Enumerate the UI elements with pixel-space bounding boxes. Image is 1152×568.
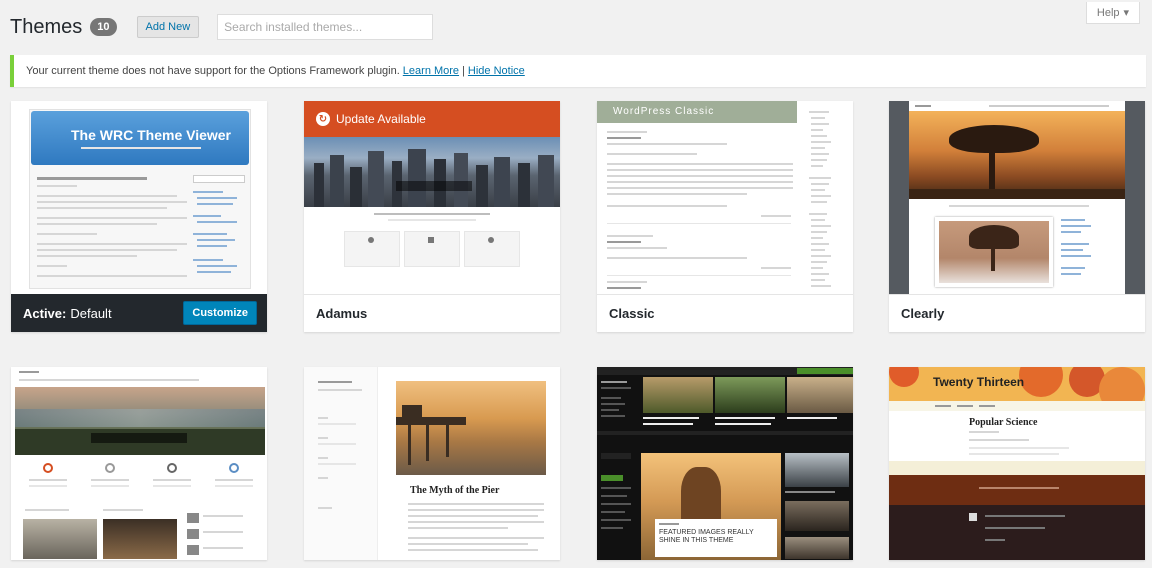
preview-title: WordPress Classic bbox=[613, 106, 715, 117]
theme-count-badge: 10 bbox=[90, 18, 117, 36]
active-label: Active: bbox=[23, 305, 67, 321]
theme-screenshot: The Myth of the Pier bbox=[304, 367, 560, 560]
chevron-down-icon: ▾ bbox=[1123, 7, 1130, 19]
theme-screenshot bbox=[889, 101, 1145, 294]
theme-screenshot: ↻ Update Available bbox=[304, 101, 560, 294]
theme-name-bar: Active: Default Customize bbox=[11, 294, 267, 332]
preview-heading: The Myth of the Pier bbox=[410, 485, 500, 496]
theme-screenshot: WordPress Classic bbox=[597, 101, 853, 294]
theme-screenshot: FEATURED IMAGES REALLY SHINE IN THIS THE… bbox=[597, 367, 853, 560]
theme-name-bar: Adamus bbox=[304, 294, 560, 332]
theme-name: Classic bbox=[609, 306, 655, 321]
update-available-label: Update Available bbox=[336, 112, 426, 126]
theme-name: Adamus bbox=[316, 306, 368, 321]
theme-name: Clearly bbox=[901, 306, 945, 321]
help-tab[interactable]: Help ▾ bbox=[1086, 2, 1140, 24]
theme-screenshot: The WRC Theme Viewer bbox=[11, 101, 267, 294]
theme-card-adamus[interactable]: ↻ Update Available Adamus bbox=[304, 101, 560, 332]
hide-notice-link[interactable]: Hide Notice bbox=[468, 65, 525, 77]
learn-more-link[interactable]: Learn More bbox=[403, 65, 459, 77]
theme-card-5[interactable] bbox=[11, 367, 267, 560]
page-header: Themes 10 Add New bbox=[10, 10, 434, 44]
theme-card-8[interactable]: Twenty Thirteen Popular Science bbox=[889, 367, 1145, 560]
help-label: Help bbox=[1096, 6, 1120, 19]
refresh-icon: ↻ bbox=[316, 112, 330, 126]
notice-separator: | bbox=[462, 65, 465, 77]
theme-card-7[interactable]: FEATURED IMAGES REALLY SHINE IN THIS THE… bbox=[597, 367, 853, 560]
notice-text: Your current theme does not have support… bbox=[26, 65, 400, 77]
preview-caption: FEATURED IMAGES REALLY SHINE IN THIS THE… bbox=[659, 529, 754, 544]
options-framework-notice: Your current theme does not have support… bbox=[10, 55, 1146, 87]
customize-button[interactable]: Customize bbox=[183, 301, 257, 325]
preview-title: The WRC Theme Viewer bbox=[71, 127, 232, 143]
page-title: Themes bbox=[10, 15, 83, 38]
update-available-banner[interactable]: ↻ Update Available bbox=[304, 101, 560, 137]
preview-title: Twenty Thirteen bbox=[933, 375, 1025, 389]
add-new-button[interactable]: Add New bbox=[136, 16, 200, 38]
theme-card-classic[interactable]: WordPress Classic Classic bbox=[597, 101, 853, 332]
search-installed-themes-input[interactable] bbox=[217, 14, 434, 40]
theme-screenshot bbox=[11, 367, 267, 560]
theme-screenshot: Twenty Thirteen Popular Science bbox=[889, 367, 1145, 560]
theme-card-6[interactable]: The Myth of the Pier bbox=[304, 367, 560, 560]
theme-name: Default bbox=[70, 305, 112, 321]
theme-card-default[interactable]: The WRC Theme Viewer Active: Default Cus… bbox=[11, 101, 267, 332]
preview-heading: Popular Science bbox=[969, 417, 1038, 428]
theme-name-bar: Clearly bbox=[889, 294, 1145, 332]
theme-card-clearly[interactable]: Clearly bbox=[889, 101, 1145, 332]
theme-name-bar: Classic bbox=[597, 294, 853, 332]
